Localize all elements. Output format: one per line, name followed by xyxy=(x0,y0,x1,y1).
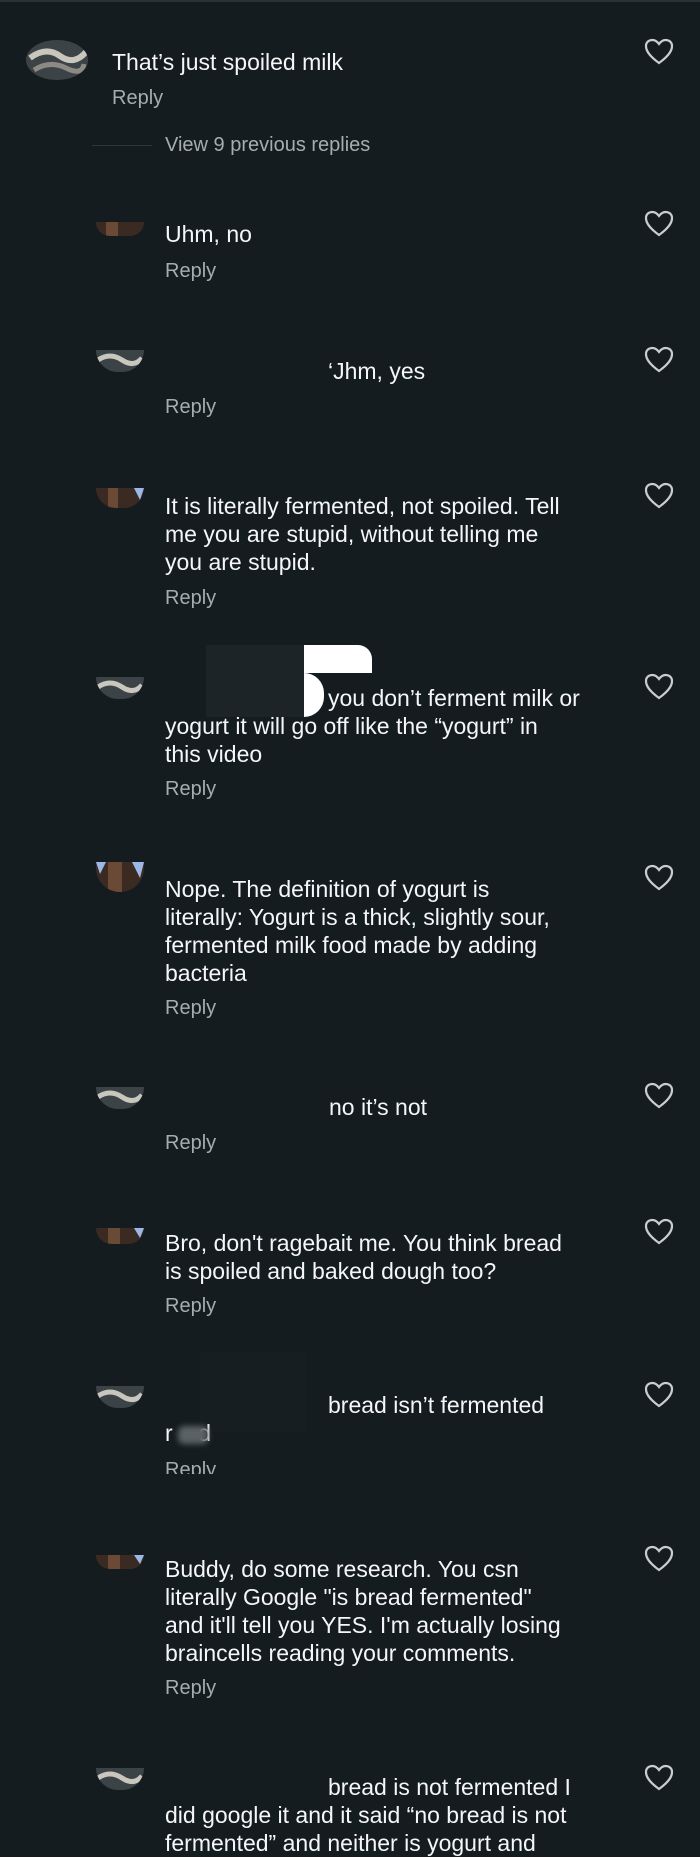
avatar[interactable] xyxy=(96,862,144,892)
heart-icon[interactable] xyxy=(644,1218,674,1246)
reply-button[interactable]: Reply xyxy=(112,86,163,110)
comment-text: Buddy, do some research. You csn literal… xyxy=(165,1556,561,1666)
redaction-block xyxy=(200,1352,306,1432)
avatar[interactable] xyxy=(96,677,144,699)
heart-icon[interactable] xyxy=(644,346,674,374)
avatar[interactable] xyxy=(96,222,144,236)
comment-text: ‘Jhm, yes xyxy=(328,358,426,384)
view-replies-line xyxy=(92,145,152,146)
snake-avatar-icon xyxy=(96,350,144,372)
snake-avatar-icon xyxy=(96,677,144,699)
reply-button[interactable]: Reply xyxy=(165,259,216,283)
avatar[interactable] xyxy=(96,1768,144,1790)
reply-button[interactable]: Reply xyxy=(165,777,216,801)
comment-text: Bro, don't ragebait me. You think bread … xyxy=(165,1230,562,1284)
snake-avatar-icon xyxy=(26,40,88,80)
comment-text: bread is not fermented I xyxy=(328,1774,571,1800)
heart-icon[interactable] xyxy=(644,1082,674,1110)
avatar[interactable] xyxy=(26,40,88,80)
reply-button[interactable]: Reply xyxy=(165,1131,216,1155)
reply-button[interactable]: Reply xyxy=(165,586,216,610)
heart-icon[interactable] xyxy=(644,482,674,510)
comment-text: no it’s not xyxy=(329,1094,428,1120)
comment-text: bread isn’t fermented xyxy=(328,1392,545,1418)
reply-button[interactable]: Reply xyxy=(165,1458,216,1474)
dark-avatar-icon xyxy=(96,488,144,508)
heart-icon[interactable] xyxy=(644,38,674,66)
comment-text: yogurt it will go off like the “yogurt” … xyxy=(165,713,538,767)
snake-avatar-icon xyxy=(96,1768,144,1790)
top-divider xyxy=(0,0,700,2)
blurred-word xyxy=(178,1426,208,1444)
dark-avatar-icon xyxy=(96,222,144,236)
snake-avatar-icon xyxy=(96,1386,144,1408)
reply-button[interactable]: Reply xyxy=(165,1294,216,1318)
heart-icon[interactable] xyxy=(644,864,674,892)
avatar[interactable] xyxy=(96,1555,144,1569)
reply-button[interactable]: Reply xyxy=(165,1676,216,1700)
avatar[interactable] xyxy=(96,488,144,508)
view-previous-replies[interactable]: View 9 previous replies xyxy=(165,133,370,157)
comment-text: Nope. The definition of yogurt is litera… xyxy=(165,876,550,986)
heart-icon[interactable] xyxy=(644,673,674,701)
comment-text: did google it and it said “no bread is n… xyxy=(165,1802,567,1856)
redaction-block xyxy=(206,645,304,717)
comment-text: It is literally fermented, not spoiled. … xyxy=(165,493,560,575)
dark-avatar-icon xyxy=(96,1228,144,1244)
avatar[interactable] xyxy=(96,350,144,372)
heart-icon[interactable] xyxy=(644,1764,674,1792)
reply-button[interactable]: Reply xyxy=(165,395,216,419)
avatar[interactable] xyxy=(96,1087,144,1109)
avatar[interactable] xyxy=(96,1228,144,1244)
dark-avatar-icon xyxy=(96,862,144,892)
reply-button[interactable]: Reply xyxy=(165,996,216,1020)
comment-text: Uhm, no xyxy=(165,221,252,247)
heart-icon[interactable] xyxy=(644,210,674,238)
snake-avatar-icon xyxy=(96,1087,144,1109)
heart-icon[interactable] xyxy=(644,1381,674,1409)
avatar[interactable] xyxy=(96,1386,144,1408)
dark-avatar-icon xyxy=(96,1555,144,1569)
comment-text: That’s just spoiled milk xyxy=(112,49,343,75)
comment-text: you don’t ferment milk or xyxy=(328,685,580,711)
white-redaction-shape xyxy=(304,645,372,673)
white-redaction-shape xyxy=(304,673,324,717)
heart-icon[interactable] xyxy=(644,1545,674,1573)
